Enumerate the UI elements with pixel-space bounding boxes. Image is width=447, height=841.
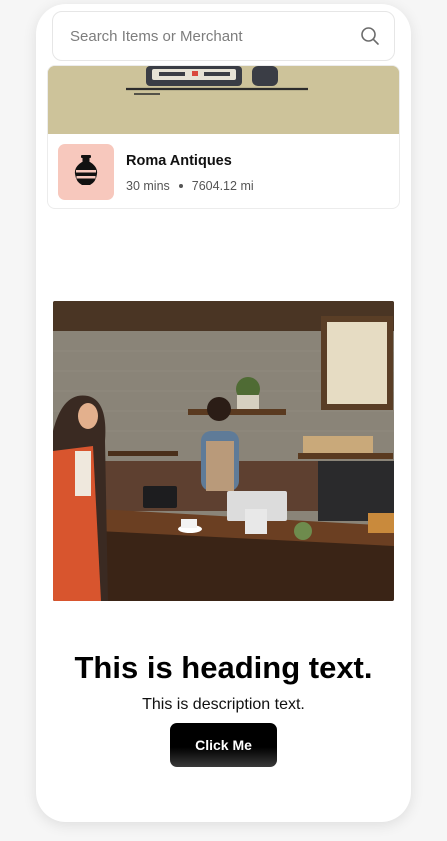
hero-description: This is description text. (142, 696, 305, 713)
merchant-name: Roma Antiques (126, 153, 232, 169)
phone-frame: Roma Antiques 30 mins 7604.12 mi (36, 4, 411, 822)
hero-heading: This is heading text. (74, 650, 373, 685)
merchant-banner-image (48, 66, 399, 134)
vase-icon (73, 154, 99, 191)
delivery-time: 30 mins (126, 179, 170, 193)
click-me-button[interactable]: Click Me (170, 723, 277, 767)
search-bar[interactable] (52, 11, 395, 61)
hero-image (53, 301, 394, 601)
merchant-card[interactable]: Roma Antiques 30 mins 7604.12 mi (47, 65, 400, 209)
separator-dot (178, 184, 183, 188)
search-input[interactable] (70, 27, 360, 45)
merchant-distance: 7604.12 mi (191, 179, 254, 193)
merchant-thumbnail (58, 144, 114, 200)
merchant-meta: 30 mins 7604.12 mi (126, 179, 254, 193)
search-icon[interactable] (360, 26, 380, 46)
